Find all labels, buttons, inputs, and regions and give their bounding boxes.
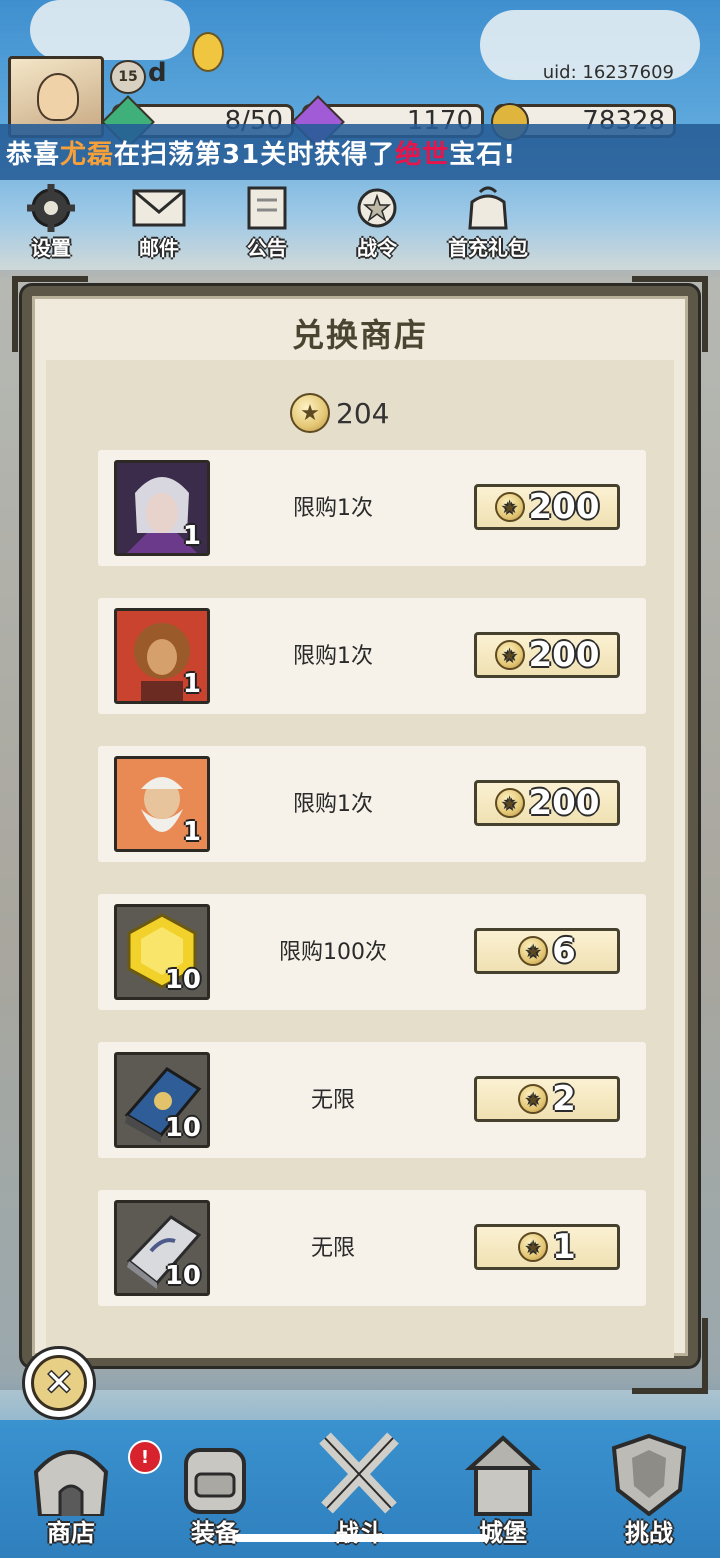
buy-button[interactable]: ★ 6 bbox=[474, 928, 620, 974]
shop-item-row: 10 限购100次 ★ 6 bbox=[98, 894, 646, 1010]
buy-button[interactable]: ★ 1 bbox=[474, 1224, 620, 1270]
yellow-hexagon-gem-icon[interactable]: 10 bbox=[114, 904, 210, 1000]
exchange-coin-icon: ★ bbox=[518, 1232, 549, 1262]
shop-item-row: 1 限购1次 ★ 200 bbox=[98, 598, 646, 714]
buy-button[interactable]: ★ 2 bbox=[474, 1076, 620, 1122]
item-quantity: 1 bbox=[182, 817, 201, 847]
sun-icon bbox=[192, 32, 224, 72]
purchase-limit: 无限 bbox=[310, 1088, 355, 1113]
nav-challenge-label: 挑战 bbox=[625, 1519, 673, 1547]
price-value: 200 bbox=[528, 783, 600, 823]
battle-pass-label: 战令 bbox=[357, 236, 397, 260]
shop-item-row: 1 限购1次 ★ 200 bbox=[98, 450, 646, 566]
purchase-limit: 限购1次 bbox=[293, 496, 373, 521]
notification-badge: ! bbox=[128, 1440, 162, 1474]
nav-shop-label: 商店 bbox=[47, 1519, 95, 1547]
level-badge: 15 bbox=[110, 60, 146, 94]
nav-challenge[interactable]: 挑战 bbox=[584, 1420, 714, 1558]
shop-item-row: 1 限购1次 ★ 200 bbox=[98, 746, 646, 862]
buy-button[interactable]: ★ 200 bbox=[474, 484, 620, 530]
exchange-coin-icon: ★ bbox=[290, 393, 330, 433]
announcement-player: 尤磊 bbox=[60, 139, 115, 170]
scroll-icon bbox=[239, 182, 295, 234]
nav-castle-label: 城堡 bbox=[479, 1519, 527, 1547]
mail-button[interactable]: 邮件 bbox=[114, 176, 204, 262]
buy-button[interactable]: ★ 200 bbox=[474, 780, 620, 826]
nav-battle-label: 战斗 bbox=[335, 1519, 383, 1547]
item-quantity: 10 bbox=[164, 1113, 201, 1143]
cloud bbox=[30, 0, 190, 60]
announcement-ticker: 恭喜 尤磊 在扫荡第31关时获得了 绝世 宝石! bbox=[0, 124, 720, 180]
gift-bag-icon bbox=[460, 182, 516, 234]
hero-portrait-white-haired-woman-icon[interactable]: 1 bbox=[114, 460, 210, 556]
announcement-suffix: 宝石! bbox=[449, 139, 517, 170]
backpack-icon bbox=[167, 1430, 263, 1518]
balance-value: 204 bbox=[336, 396, 390, 430]
notice-button[interactable]: 公告 bbox=[222, 176, 312, 262]
crossed-swords-icon bbox=[311, 1430, 407, 1518]
shield-icon bbox=[601, 1430, 697, 1518]
buy-button[interactable]: ★ 200 bbox=[474, 632, 620, 678]
exchange-coin-icon: ★ bbox=[494, 640, 525, 670]
nav-equipment-label: 装备 bbox=[191, 1519, 239, 1547]
player-name: d bbox=[148, 58, 167, 88]
exchange-coin-icon: ★ bbox=[518, 1084, 549, 1114]
exchange-coin-icon: ★ bbox=[518, 936, 549, 966]
mail-label: 邮件 bbox=[139, 236, 179, 260]
battle-pass-button[interactable]: 战令 bbox=[332, 176, 422, 262]
price-value: 200 bbox=[528, 635, 600, 675]
announcement-middle: 在扫荡第31关时获得了 bbox=[114, 139, 396, 170]
hero-portrait-old-sage-icon[interactable]: 1 bbox=[114, 756, 210, 852]
home-indicator[interactable] bbox=[234, 1534, 488, 1542]
price-value: 6 bbox=[552, 931, 576, 971]
exchange-coin-icon: ★ bbox=[494, 492, 525, 522]
purchase-limit: 限购1次 bbox=[293, 644, 373, 669]
notice-label: 公告 bbox=[247, 236, 287, 260]
price-value: 2 bbox=[552, 1079, 576, 1119]
purchase-limit: 限购100次 bbox=[279, 940, 387, 965]
purchase-limit: 无限 bbox=[310, 1236, 355, 1261]
blue-tome-book-icon[interactable]: 10 bbox=[114, 1052, 210, 1148]
nav-shop[interactable]: 商店 bbox=[6, 1420, 136, 1558]
close-button[interactable]: ✕ bbox=[22, 1346, 96, 1420]
announcement-item: 绝世 bbox=[395, 139, 450, 170]
shop-item-row: 10 无限 ★ 1 bbox=[98, 1190, 646, 1306]
exchange-coin-icon: ★ bbox=[494, 788, 525, 818]
item-quantity: 1 bbox=[182, 669, 201, 699]
hero-portrait-lion-warrior-icon[interactable]: 1 bbox=[114, 608, 210, 704]
panel-title: 兑换商店 bbox=[291, 316, 428, 354]
announcement-prefix: 恭喜 bbox=[6, 139, 61, 170]
first-recharge-button[interactable]: 首充礼包 bbox=[440, 176, 536, 262]
first-recharge-label: 首充礼包 bbox=[448, 236, 528, 260]
shop-house-icon bbox=[23, 1430, 119, 1518]
battle-pass-icon bbox=[349, 182, 405, 234]
settings-label: 设置 bbox=[31, 236, 71, 260]
gear-icon bbox=[23, 182, 79, 234]
price-value: 1 bbox=[552, 1227, 576, 1267]
settings-button[interactable]: 设置 bbox=[6, 176, 96, 262]
castle-icon bbox=[455, 1430, 551, 1518]
silver-stone-tablet-icon[interactable]: 10 bbox=[114, 1200, 210, 1296]
mail-icon bbox=[131, 182, 187, 234]
shop-item-row: 10 无限 ★ 2 bbox=[98, 1042, 646, 1158]
item-quantity: 10 bbox=[164, 965, 201, 995]
player-uid: uid: 16237609 bbox=[542, 62, 674, 83]
price-value: 200 bbox=[528, 487, 600, 527]
exchange-coin-balance: ★ 204 bbox=[290, 392, 389, 434]
item-quantity: 10 bbox=[164, 1261, 201, 1291]
purchase-limit: 限购1次 bbox=[293, 792, 373, 817]
item-quantity: 1 bbox=[182, 521, 201, 551]
close-icon: ✕ bbox=[31, 1355, 87, 1411]
